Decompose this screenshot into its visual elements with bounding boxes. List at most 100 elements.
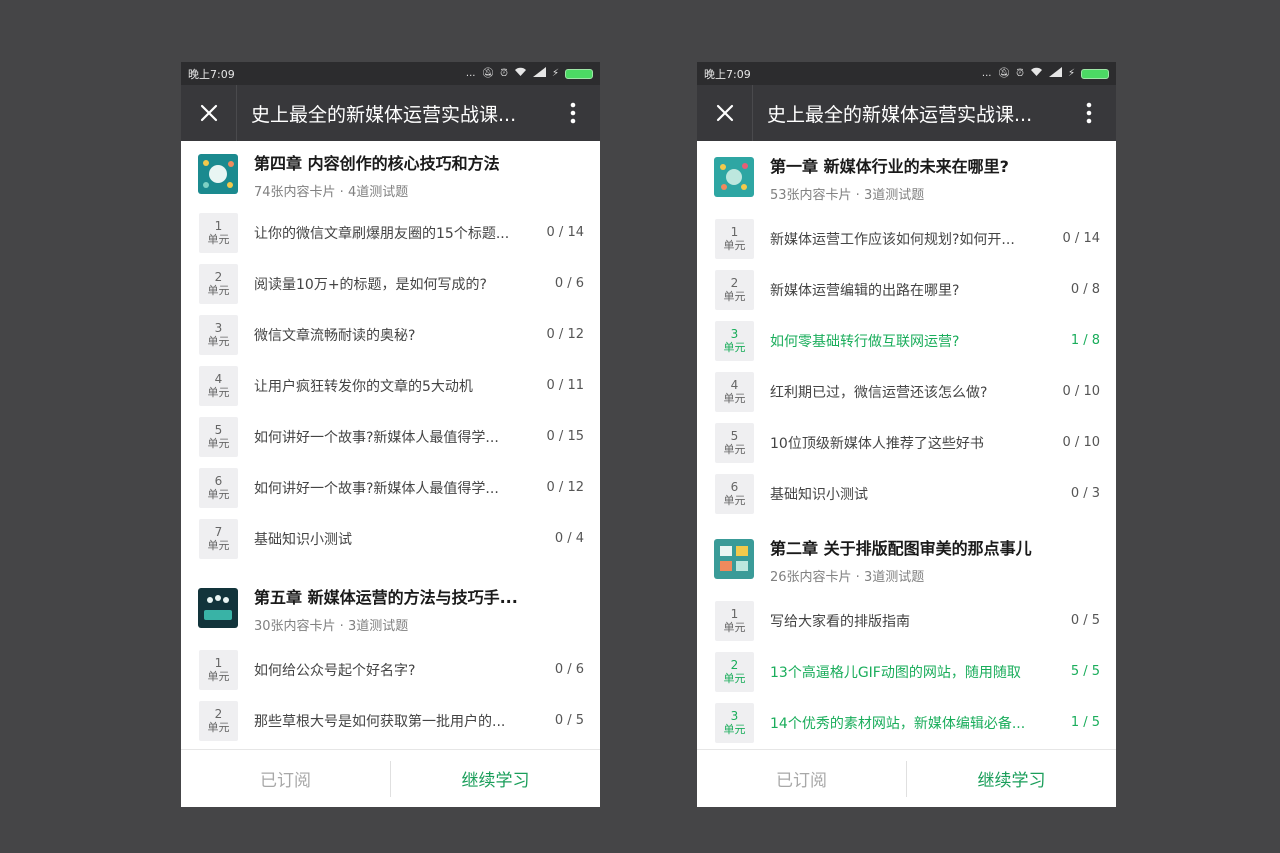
unit-progress: 0 / 8 <box>1070 282 1100 297</box>
unit-progress: 0 / 5 <box>554 713 584 728</box>
unit-badge: 2 单元 <box>199 263 238 304</box>
unit-row[interactable]: 6 单元 基础知识小测试 0 / 3 <box>697 468 1116 519</box>
chapter-header[interactable]: 第五章 新媒体运营的方法与技巧手... 30张内容卡片 · 3道测试题 <box>181 564 600 644</box>
chapter-meta: 30张内容卡片 · 3道测试题 <box>254 619 409 634</box>
unit-progress: 0 / 10 <box>1062 384 1100 399</box>
charging-icon: ⚡︎ <box>551 68 559 79</box>
unit-badge: 5 单元 <box>199 416 238 457</box>
page-title: 史上最全的新媒体运营实战课... <box>767 103 1033 126</box>
unit-progress: 0 / 14 <box>546 225 584 240</box>
unit-title: 14个优秀的素材网站，新媒体编辑必备... <box>770 715 1026 732</box>
unit-progress: 0 / 4 <box>554 531 584 546</box>
chapter-meta: 74张内容卡片 · 4道测试题 <box>254 185 409 200</box>
subscribed-button[interactable]: 已订阅 <box>181 766 390 791</box>
chapter-title: 第二章 关于排版配图审美的那点事儿 <box>770 539 1032 558</box>
continue-learning-button[interactable]: 继续学习 <box>391 766 600 791</box>
chapter-header[interactable]: 第四章 内容创作的核心技巧和方法 74张内容卡片 · 4道测试题 <box>181 141 600 207</box>
chapter-header[interactable]: 第二章 关于排版配图审美的那点事儿 26张内容卡片 · 3道测试题 <box>697 519 1116 595</box>
continue-learning-button[interactable]: 继续学习 <box>907 766 1116 791</box>
unit-progress: 0 / 14 <box>1062 231 1100 246</box>
title-bar: 史上最全的新媒体运营实战课... <box>697 85 1116 141</box>
more-menu-button[interactable] <box>546 85 600 141</box>
unit-row[interactable]: 7 单元 基础知识小测试 0 / 4 <box>181 513 600 564</box>
unit-badge: 3 单元 <box>715 320 754 361</box>
status-icons: ... 🔕︎ ⏰︎ ⚡︎ <box>466 67 593 80</box>
page-title: 史上最全的新媒体运营实战课... <box>251 103 517 126</box>
more-dots-icon: ... <box>465 68 476 79</box>
chapter-thumbnail <box>198 154 238 194</box>
unit-badge: 6 单元 <box>199 467 238 508</box>
close-icon <box>200 104 217 122</box>
unit-progress: 5 / 5 <box>1070 664 1100 679</box>
course-content-list: 第四章 内容创作的核心技巧和方法 74张内容卡片 · 4道测试题 1 单元 让你的… <box>181 141 600 749</box>
unit-badge: 2 单元 <box>715 651 754 692</box>
unit-row[interactable]: 4 单元 让用户疯狂转发你的文章的5大动机 0 / 11 <box>181 360 600 411</box>
chapter-meta: 26张内容卡片 · 3道测试题 <box>770 570 925 585</box>
bottom-action-bar: 已订阅 继续学习 <box>697 749 1116 807</box>
unit-row[interactable]: 5 单元 10位顶级新媒体人推荐了这些好书 0 / 10 <box>697 417 1116 468</box>
unit-badge: 2 单元 <box>715 269 754 310</box>
unit-row[interactable]: 2 单元 新媒体运营编辑的出路在哪里? 0 / 8 <box>697 264 1116 315</box>
unit-row[interactable]: 1 单元 让你的微信文章刷爆朋友圈的15个标题... 0 / 14 <box>181 207 600 258</box>
unit-title: 基础知识小测试 <box>770 486 868 503</box>
unit-title: 让你的微信文章刷爆朋友圈的15个标题... <box>254 225 510 242</box>
unit-badge: 1 单元 <box>715 218 754 259</box>
unit-row[interactable]: 4 单元 红利期已过，微信运营还该怎么做? 0 / 10 <box>697 366 1116 417</box>
unit-badge: 2 单元 <box>199 700 238 741</box>
chapter-thumbnail <box>714 539 754 579</box>
battery-icon <box>565 68 593 79</box>
signal-icon <box>1048 67 1062 80</box>
close-button[interactable] <box>181 85 237 141</box>
unit-badge: 6 单元 <box>715 473 754 514</box>
chapter-title: 第一章 新媒体行业的未来在哪里? <box>770 157 1009 176</box>
unit-row[interactable]: 2 单元 13个高逼格儿GIF动图的网站，随用随取 5 / 5 <box>697 646 1116 697</box>
status-bar: 晚上7:09 ... 🔕︎ ⏰︎ ⚡︎ <box>697 62 1116 85</box>
unit-badge: 3 单元 <box>715 702 754 743</box>
course-content-list: 第一章 新媒体行业的未来在哪里? 53张内容卡片 · 3道测试题 1 单元 新媒体… <box>697 141 1116 749</box>
unit-badge: 1 单元 <box>199 212 238 253</box>
unit-progress: 1 / 5 <box>1070 715 1100 730</box>
more-vertical-icon <box>1086 102 1092 124</box>
unit-row[interactable]: 6 单元 如何讲好一个故事?新媒体人最值得学... 0 / 12 <box>181 462 600 513</box>
unit-row[interactable]: 2 单元 那些草根大号是如何获取第一批用户的... 0 / 5 <box>181 695 600 746</box>
unit-row[interactable]: 1 单元 新媒体运营工作应该如何规划?如何开... 0 / 14 <box>697 213 1116 264</box>
unit-title: 写给大家看的排版指南 <box>770 613 910 630</box>
unit-badge: 4 单元 <box>715 371 754 412</box>
subscribed-button[interactable]: 已订阅 <box>697 766 906 791</box>
unit-badge: 3 单元 <box>199 314 238 355</box>
unit-title: 如何零基础转行做互联网运营? <box>770 333 960 350</box>
unit-row[interactable]: 3 单元 14个优秀的素材网站，新媒体编辑必备... 1 / 5 <box>697 697 1116 748</box>
more-menu-button[interactable] <box>1062 85 1116 141</box>
unit-row[interactable]: 1 单元 如何给公众号起个好名字? 0 / 6 <box>181 644 600 695</box>
unit-badge: 5 单元 <box>715 422 754 463</box>
unit-row[interactable]: 3 单元 微信文章流畅耐读的奥秘? 0 / 12 <box>181 309 600 360</box>
unit-row[interactable]: 5 单元 如何讲好一个故事?新媒体人最值得学... 0 / 15 <box>181 411 600 462</box>
unit-title: 13个高逼格儿GIF动图的网站，随用随取 <box>770 664 1021 681</box>
status-bar: 晚上7:09 ... 🔕︎ ⏰︎ ⚡︎ <box>181 62 600 85</box>
chapter-title: 第五章 新媒体运营的方法与技巧手... <box>254 588 518 607</box>
unit-row[interactable]: 3 单元 如何零基础转行做互联网运营? 1 / 8 <box>697 315 1116 366</box>
unit-title: 新媒体运营编辑的出路在哪里? <box>770 282 960 299</box>
unit-row[interactable]: 1 单元 写给大家看的排版指南 0 / 5 <box>697 595 1116 646</box>
more-vertical-icon <box>570 102 576 124</box>
unit-badge: 4 单元 <box>199 365 238 406</box>
chapter-thumbnail <box>198 588 238 628</box>
close-button[interactable] <box>697 85 753 141</box>
mute-bell-icon: 🔕︎ <box>481 68 495 79</box>
unit-title: 红利期已过，微信运营还该怎么做? <box>770 384 988 401</box>
unit-row[interactable]: 2 单元 阅读量10万+的标题，是如何写成的? 0 / 6 <box>181 258 600 309</box>
chapter-header[interactable]: 第一章 新媒体行业的未来在哪里? 53张内容卡片 · 3道测试题 <box>697 141 1116 213</box>
wifi-icon <box>1030 67 1043 80</box>
wifi-icon <box>514 67 527 80</box>
alarm-icon: ⏰︎ <box>500 68 508 79</box>
unit-badge: 1 单元 <box>199 649 238 690</box>
unit-badge: 1 单元 <box>715 600 754 641</box>
unit-title: 10位顶级新媒体人推荐了这些好书 <box>770 435 984 452</box>
chapter-title: 第四章 内容创作的核心技巧和方法 <box>254 154 500 173</box>
unit-progress: 1 / 8 <box>1070 333 1100 348</box>
unit-title: 让用户疯狂转发你的文章的5大动机 <box>254 378 473 395</box>
unit-progress: 0 / 11 <box>546 378 584 393</box>
more-dots-icon: ... <box>981 68 992 79</box>
unit-title: 阅读量10万+的标题，是如何写成的? <box>254 276 487 293</box>
unit-title: 微信文章流畅耐读的奥秘? <box>254 327 416 344</box>
